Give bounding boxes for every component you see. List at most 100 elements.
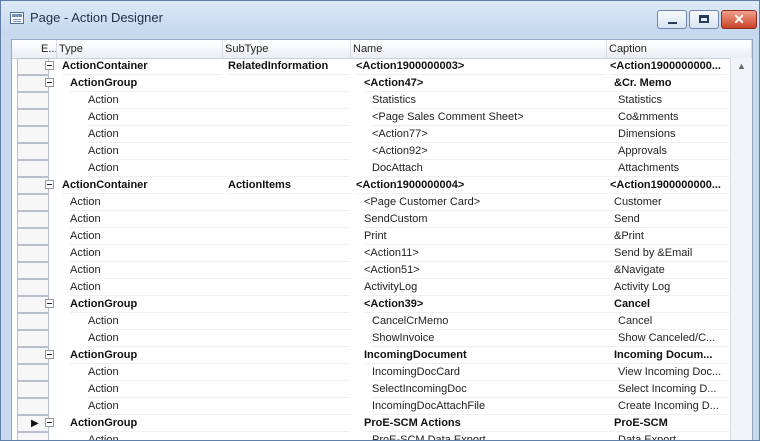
caption-cell[interactable]: &Cr. Memo <box>614 75 729 92</box>
caption-cell[interactable]: Activity Log <box>614 279 729 296</box>
row-selector[interactable] <box>17 330 49 347</box>
name-cell[interactable]: CancelCrMemo <box>372 313 622 330</box>
type-cell[interactable]: Action <box>88 160 248 177</box>
type-cell[interactable]: Action <box>88 398 248 415</box>
table-row[interactable]: Action CancelCrMemo Cancel <box>12 313 729 330</box>
collapse-icon[interactable] <box>45 61 54 70</box>
table-row[interactable]: Action ActivityLog Activity Log <box>12 279 729 296</box>
name-cell[interactable]: <Action39> <box>364 296 614 313</box>
subtype-cell[interactable] <box>228 364 350 381</box>
type-cell[interactable]: Action <box>70 262 230 279</box>
subtype-cell[interactable] <box>228 313 350 330</box>
caption-cell[interactable]: Cancel <box>614 296 729 313</box>
type-cell[interactable]: Action <box>70 228 230 245</box>
caption-cell[interactable]: View Incoming Doc... <box>618 364 729 381</box>
column-header-subtype[interactable]: SubType <box>223 40 351 58</box>
row-selector[interactable] <box>17 313 49 330</box>
row-selector[interactable] <box>17 262 49 279</box>
table-row[interactable]: ▶ ActionGroup ProE-SCM Actions ProE-SCM <box>12 415 729 432</box>
caption-cell[interactable]: Send by &Email <box>614 245 729 262</box>
row-selector[interactable] <box>17 92 49 109</box>
subtype-cell[interactable] <box>228 330 350 347</box>
name-cell[interactable]: SelectIncomingDoc <box>372 381 622 398</box>
table-row[interactable]: Action Statistics Statistics <box>12 92 729 109</box>
caption-cell[interactable]: <Action1900000000... <box>610 177 727 194</box>
caption-cell[interactable]: Statistics <box>618 92 729 109</box>
subtype-cell[interactable] <box>228 245 350 262</box>
table-row[interactable]: Action IncomingDocCard View Incoming Doc..… <box>12 364 729 381</box>
name-cell[interactable]: <Action51> <box>364 262 614 279</box>
row-selector[interactable] <box>17 279 49 296</box>
row-selector[interactable] <box>17 432 49 440</box>
row-selector[interactable] <box>17 126 49 143</box>
table-row[interactable]: Action <Action51> &Navigate <box>12 262 729 279</box>
type-cell[interactable]: Action <box>88 143 248 160</box>
column-header-type[interactable]: Type <box>57 40 223 58</box>
type-cell[interactable]: Action <box>70 194 230 211</box>
subtype-cell[interactable] <box>228 279 350 296</box>
name-cell[interactable]: Print <box>364 228 614 245</box>
subtype-cell[interactable] <box>228 92 350 109</box>
type-cell[interactable]: Action <box>88 432 248 440</box>
collapse-icon[interactable] <box>45 350 54 359</box>
type-cell[interactable]: ActionGroup <box>70 415 230 432</box>
table-row[interactable]: ActionGroup IncomingDocument Incoming Docu… <box>12 347 729 364</box>
name-cell[interactable]: ActivityLog <box>364 279 614 296</box>
name-cell[interactable]: <Action92> <box>372 143 622 160</box>
type-cell[interactable]: Action <box>70 211 230 228</box>
name-cell[interactable]: <Action1900000003> <box>356 58 606 75</box>
minimize-button[interactable] <box>657 10 687 29</box>
table-row[interactable]: Action ProE-SCM Data Export Data Export <box>12 432 729 440</box>
subtype-cell[interactable] <box>228 143 350 160</box>
caption-cell[interactable]: &Print <box>614 228 729 245</box>
name-cell[interactable]: ProE-SCM Actions <box>364 415 614 432</box>
caption-cell[interactable]: Dimensions <box>618 126 729 143</box>
collapse-icon[interactable] <box>45 418 54 427</box>
subtype-cell[interactable] <box>228 126 350 143</box>
subtype-cell[interactable] <box>228 228 350 245</box>
name-cell[interactable]: DocAttach <box>372 160 622 177</box>
subtype-cell[interactable] <box>228 75 350 92</box>
name-cell[interactable]: ProE-SCM Data Export <box>372 432 622 440</box>
table-row[interactable]: ActionGroup <Action47> &Cr. Memo <box>12 75 729 92</box>
type-cell[interactable]: Action <box>70 245 230 262</box>
table-row[interactable]: Action <Action77> Dimensions <box>12 126 729 143</box>
name-cell[interactable]: IncomingDocCard <box>372 364 622 381</box>
subtype-cell[interactable] <box>228 381 350 398</box>
caption-cell[interactable]: Create Incoming D... <box>618 398 729 415</box>
table-row[interactable]: Action <Action92> Approvals <box>12 143 729 160</box>
type-cell[interactable]: ActionGroup <box>70 296 230 313</box>
table-row[interactable]: Action SelectIncomingDoc Select Incoming D… <box>12 381 729 398</box>
name-cell[interactable]: SendCustom <box>364 211 614 228</box>
name-cell[interactable]: <Action11> <box>364 245 614 262</box>
type-cell[interactable]: ActionContainer <box>62 177 222 194</box>
table-row[interactable]: Action ShowInvoice Show Canceled/C... <box>12 330 729 347</box>
row-selector[interactable] <box>17 381 49 398</box>
table-row[interactable]: Action <Page Sales Comment Sheet> Co&mment… <box>12 109 729 126</box>
name-cell[interactable]: <Action1900000004> <box>356 177 606 194</box>
column-header-name[interactable]: Name <box>351 40 607 58</box>
column-header-expanded[interactable]: E... <box>39 40 57 58</box>
subtype-cell[interactable] <box>228 398 350 415</box>
type-cell[interactable]: Action <box>88 330 248 347</box>
collapse-icon[interactable] <box>45 299 54 308</box>
row-selector[interactable] <box>17 194 49 211</box>
row-selector[interactable] <box>17 160 49 177</box>
scroll-up-arrow-icon[interactable]: ▲ <box>731 58 752 75</box>
name-cell[interactable]: IncomingDocument <box>364 347 614 364</box>
name-cell[interactable]: ShowInvoice <box>372 330 622 347</box>
type-cell[interactable]: ActionGroup <box>70 75 230 92</box>
table-row[interactable]: Action Print &Print <box>12 228 729 245</box>
type-cell[interactable]: ActionContainer <box>62 58 222 75</box>
maximize-button[interactable] <box>689 10 719 29</box>
caption-cell[interactable]: <Action1900000000... <box>610 58 727 75</box>
table-row[interactable]: Action IncomingDocAttachFile Create Incomi… <box>12 398 729 415</box>
subtype-cell[interactable] <box>228 296 350 313</box>
subtype-cell[interactable] <box>228 415 350 432</box>
table-row[interactable]: ActionGroup <Action39> Cancel <box>12 296 729 313</box>
subtype-cell[interactable]: ActionItems <box>228 177 350 194</box>
type-cell[interactable]: Action <box>88 126 248 143</box>
name-cell[interactable]: <Action47> <box>364 75 614 92</box>
table-row[interactable]: Action SendCustom Send <box>12 211 729 228</box>
name-cell[interactable]: <Page Customer Card> <box>364 194 614 211</box>
